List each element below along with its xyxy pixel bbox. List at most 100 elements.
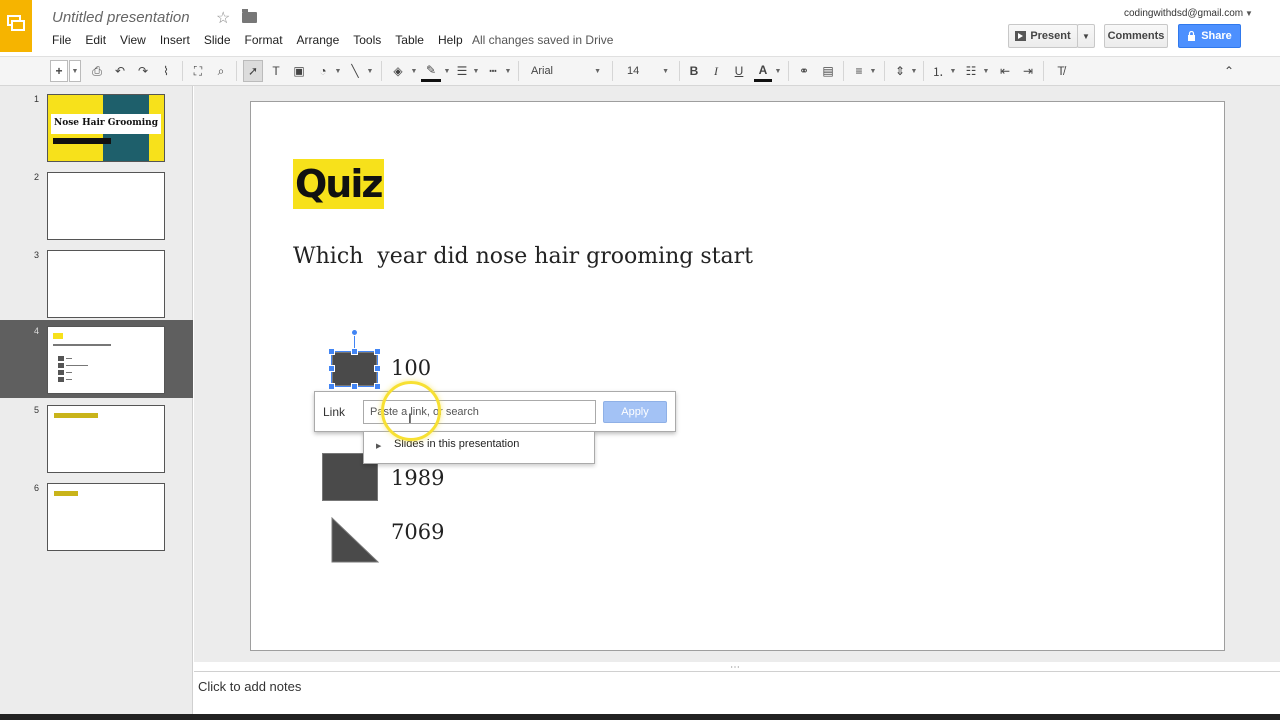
chevron-down-icon[interactable]: ▼ [410,60,418,82]
answer-text-3[interactable]: 7069 [391,520,444,544]
print-icon[interactable]: ⎙ [88,60,106,82]
speaker-notes[interactable]: Click to add notes [194,671,1280,714]
font-family-select[interactable]: Arial ▼ [527,60,605,82]
zoom-fit-icon[interactable]: ⛶ [189,60,207,82]
select-tool-icon[interactable]: ➚ [243,60,263,82]
menu-arrange[interactable]: Arrange [297,33,340,47]
share-button[interactable]: Share [1178,24,1241,48]
document-title[interactable]: Untitled presentation [52,9,190,26]
comment-icon[interactable]: ▤ [818,60,838,82]
chevron-down-icon[interactable]: ▼ [774,60,782,82]
toolbar-divider [612,61,613,81]
toolbar: + ▼ ⎙ ↶ ↷ ⌇ ⛶ ⌕ ➚ T ▣ ◔ ▼ ╲ ▼ ◈ ▼ ✎ ▼ ☰ … [0,56,1280,86]
save-status: All changes saved in Drive [472,33,614,47]
star-icon[interactable]: ☆ [216,8,230,28]
chevron-down-icon[interactable]: ▼ [982,60,990,82]
slide-thumbnail-1[interactable]: 1 Nose Hair Grooming [0,88,193,166]
slides-logo[interactable] [0,0,32,52]
resize-handle[interactable] [328,383,335,390]
new-slide-button[interactable]: + [50,60,68,82]
chevron-down-icon[interactable]: ▼ [504,60,512,82]
menu-file[interactable]: File [52,33,71,47]
rotate-handle[interactable] [351,329,358,336]
clear-formatting-icon[interactable]: T̸ [1052,60,1070,82]
link-dialog: Link Apply [314,391,676,432]
chevron-down-icon[interactable]: ▼ [869,60,877,82]
toolbar-divider [381,61,382,81]
collapse-toolbar-icon[interactable]: ⌃ [1220,60,1238,82]
resize-handle[interactable] [374,348,381,355]
menu-tools[interactable]: Tools [353,33,381,47]
align-icon[interactable]: ≡ [850,60,868,82]
chevron-down-icon[interactable]: ▼ [949,60,957,82]
underline-button[interactable]: U [731,60,747,82]
text-box-icon[interactable]: T [267,60,285,82]
font-size-select[interactable]: 14 ▼ [624,60,672,82]
chevron-down-icon[interactable]: ▼ [366,60,374,82]
italic-button[interactable]: I [708,60,724,82]
resize-handle[interactable] [328,365,335,372]
resize-handle[interactable] [374,383,381,390]
slide-preview-title: Nose Hair Grooming [54,118,158,128]
answer-shape-3[interactable] [331,517,379,563]
menu-slide[interactable]: Slide [204,33,231,47]
bulleted-list-icon[interactable]: ☷ [962,60,980,82]
undo-icon[interactable]: ↶ [111,60,129,82]
new-slide-layout-button[interactable]: ▼ [69,60,81,82]
menu-help[interactable]: Help [438,33,463,47]
slide-thumbnail-3[interactable]: 3 [0,244,193,322]
slide-thumbnail-4[interactable]: 4 [0,320,193,398]
link-icon[interactable]: ⚭ [794,60,814,82]
slide-thumbnail-5[interactable]: 5 [0,399,193,477]
text-color-button[interactable]: A [754,60,772,82]
chevron-down-icon[interactable]: ▼ [443,60,451,82]
user-account[interactable]: codingwithdsd@gmail.com [1124,8,1243,19]
apply-button[interactable]: Apply [603,401,667,423]
resize-handle[interactable] [351,348,358,355]
selection-box [331,351,378,387]
answer-text-1[interactable]: 100 [391,356,431,380]
paint-format-icon[interactable]: ⌇ [157,60,175,82]
menu-bar: File Edit View Insert Slide Format Arran… [52,33,477,47]
present-options-button[interactable]: ▼ [1077,24,1095,48]
shape-icon[interactable]: ◔ [313,60,333,82]
slide-title[interactable]: Quiz [293,159,384,209]
decrease-indent-icon[interactable]: ⇤ [996,60,1014,82]
slide-number: 5 [34,405,40,415]
bold-button[interactable]: B [686,60,702,82]
answer-text-2[interactable]: 1989 [391,466,444,490]
numbered-list-icon[interactable]: ⒈ [929,60,947,82]
menu-insert[interactable]: Insert [160,33,190,47]
resize-handle[interactable] [374,365,381,372]
zoom-icon[interactable]: ⌕ [212,60,230,82]
expand-arrow-icon[interactable]: ▶ [376,442,381,450]
menu-table[interactable]: Table [395,33,424,47]
resize-handle[interactable] [328,348,335,355]
folder-icon[interactable] [242,9,257,23]
menu-format[interactable]: Format [245,33,283,47]
slide-thumbnail-6[interactable]: 6 [0,477,193,555]
slide-question[interactable]: Which year did nose hair grooming start [293,244,753,269]
resize-handle[interactable] [351,383,358,390]
slide-preview [47,483,165,551]
image-icon[interactable]: ▣ [290,60,308,82]
border-color-icon[interactable]: ✎ [421,60,441,82]
present-button[interactable]: Present [1008,24,1078,48]
chevron-down-icon[interactable]: ▼ [1245,9,1253,18]
border-dash-icon[interactable]: ┅ [485,60,501,82]
line-spacing-icon[interactable]: ⇕ [891,60,909,82]
chevron-down-icon[interactable]: ▼ [334,60,342,82]
increase-indent-icon[interactable]: ⇥ [1019,60,1037,82]
chevron-down-icon[interactable]: ▼ [472,60,480,82]
menu-view[interactable]: View [120,33,146,47]
line-icon[interactable]: ╲ [346,60,364,82]
menu-edit[interactable]: Edit [85,33,106,47]
chevron-down-icon[interactable]: ▼ [910,60,918,82]
share-label: Share [1201,30,1232,42]
redo-icon[interactable]: ↷ [134,60,152,82]
comments-button[interactable]: Comments [1104,24,1168,48]
fill-color-icon[interactable]: ◈ [388,60,408,82]
border-weight-icon[interactable]: ☰ [454,60,470,82]
slide-thumbnail-2[interactable]: 2 [0,166,193,244]
slide-canvas[interactable]: Quiz Which year did nose hair grooming s… [250,101,1225,651]
